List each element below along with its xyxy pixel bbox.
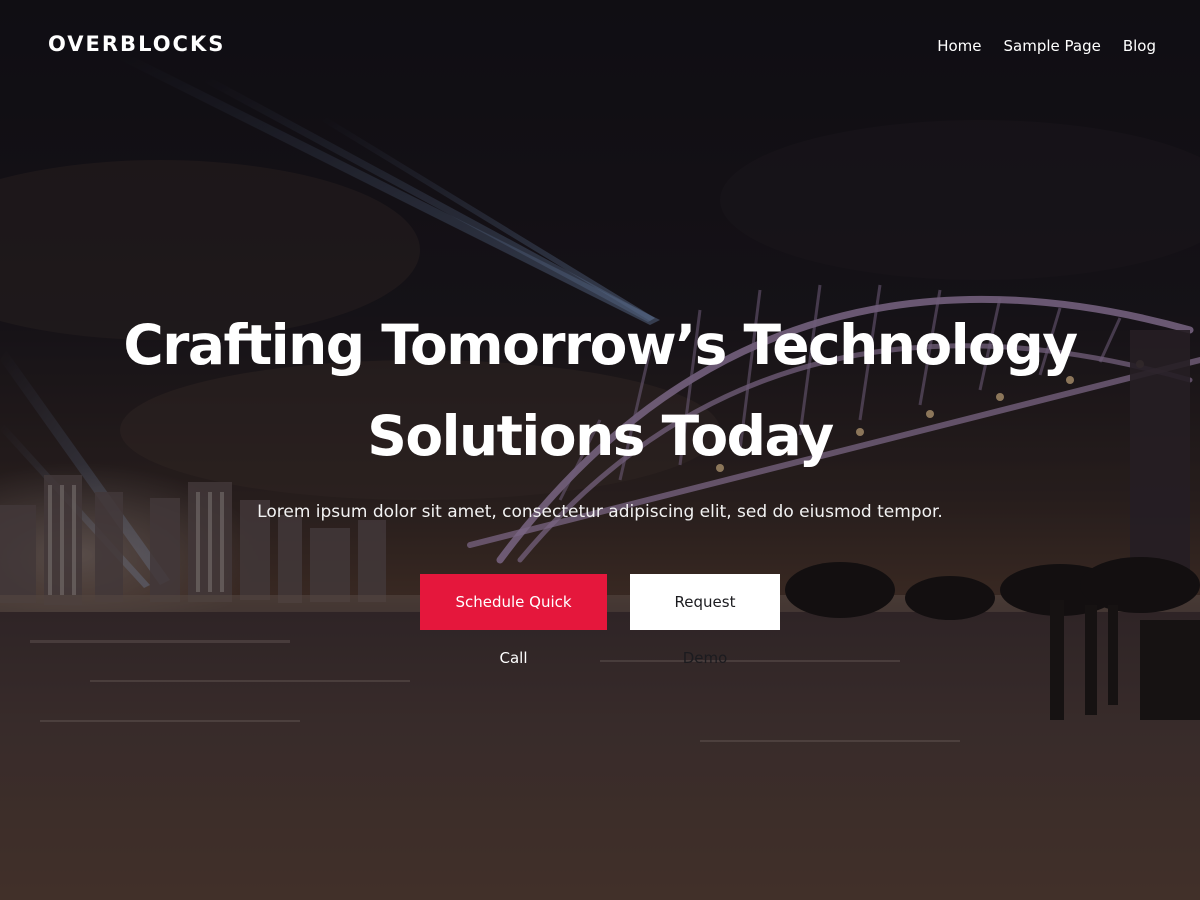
site-header: OVERBLOCKS Home Sample Page Blog bbox=[0, 0, 1200, 92]
site-logo[interactable]: OVERBLOCKS bbox=[48, 32, 225, 56]
hero-subtitle: Lorem ipsum dolor sit amet, consectetur … bbox=[257, 502, 943, 522]
hero-section: Crafting Tomorrow’s Technology Solutions… bbox=[0, 300, 1200, 667]
hero-title-line-1: Crafting Tomorrow’s Technology bbox=[123, 313, 1078, 377]
main-navigation: Home Sample Page Blog bbox=[937, 37, 1156, 55]
hero-button-group: Schedule Quick Call Request Demo bbox=[0, 574, 1200, 667]
nav-link-blog[interactable]: Blog bbox=[1123, 37, 1156, 55]
nav-link-home[interactable]: Home bbox=[937, 37, 981, 55]
schedule-call-button[interactable]: Schedule Quick Call bbox=[420, 574, 607, 667]
hero-title: Crafting Tomorrow’s Technology Solutions… bbox=[100, 300, 1100, 482]
request-demo-button[interactable]: Request Demo bbox=[630, 574, 780, 667]
hero-title-line-2: Solutions Today bbox=[367, 404, 834, 468]
nav-link-sample-page[interactable]: Sample Page bbox=[1004, 37, 1101, 55]
